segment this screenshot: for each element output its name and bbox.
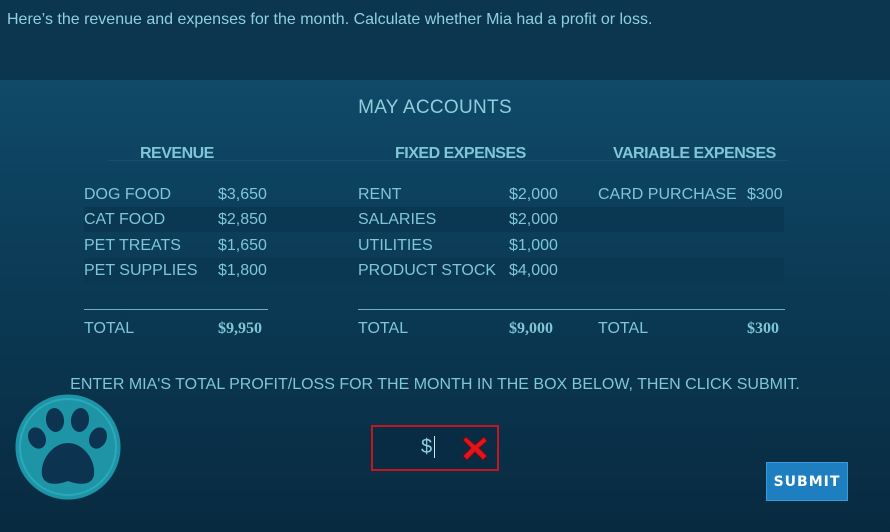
fixed-total-value: $9,000 <box>509 320 553 337</box>
revenue-item-label: PET TREATS <box>84 237 181 254</box>
currency-prefix: $ <box>421 436 433 458</box>
paw-print-icon <box>14 393 122 501</box>
fixed-total-label: TOTAL <box>358 320 409 337</box>
fixed-expense-value: $1,000 <box>509 237 558 254</box>
variable-expense-label: CARD PURCHASE <box>598 186 737 203</box>
fixed-expense-label: PRODUCT STOCK <box>358 262 497 279</box>
revenue-total-line <box>84 309 268 310</box>
revenue-item-label: DOG FOOD <box>84 186 172 203</box>
fixed-expense-label: RENT <box>358 186 402 203</box>
answer-prompt: ENTER MIA'S TOTAL PROFIT/LOSS FOR THE MO… <box>70 376 800 393</box>
fixed-expense-label: UTILITIES <box>358 237 433 254</box>
fixed-expense-value: $2,000 <box>509 211 558 228</box>
instruction-text: Here’s the revenue and expenses for the … <box>7 11 653 28</box>
revenue-item-value: $1,800 <box>218 262 267 279</box>
revenue-item-value: $2,850 <box>218 211 267 228</box>
variable-total-value: $300 <box>747 320 779 337</box>
revenue-item-value: $3,650 <box>218 186 267 203</box>
red-x-icon <box>462 436 488 461</box>
text-cursor <box>434 436 435 458</box>
revenue-item-label: PET SUPPLIES <box>84 262 198 279</box>
fixed-expense-value: $2,000 <box>509 186 558 203</box>
variable-expense-value: $300 <box>747 186 783 203</box>
revenue-item-label: CAT FOOD <box>84 211 166 228</box>
expenses-total-line <box>358 309 785 310</box>
revenue-total-value: $9,950 <box>218 320 262 337</box>
heading-divider <box>108 160 788 161</box>
accounts-title: MAY ACCOUNTS <box>358 97 512 118</box>
submit-button[interactable]: SUBMIT <box>766 462 848 501</box>
revenue-total-label: TOTAL <box>84 320 135 337</box>
revenue-item-value: $1,650 <box>218 237 267 254</box>
fixed-expense-label: SALARIES <box>358 211 437 228</box>
fixed-expense-value: $4,000 <box>509 262 558 279</box>
variable-total-label: TOTAL <box>598 320 649 337</box>
